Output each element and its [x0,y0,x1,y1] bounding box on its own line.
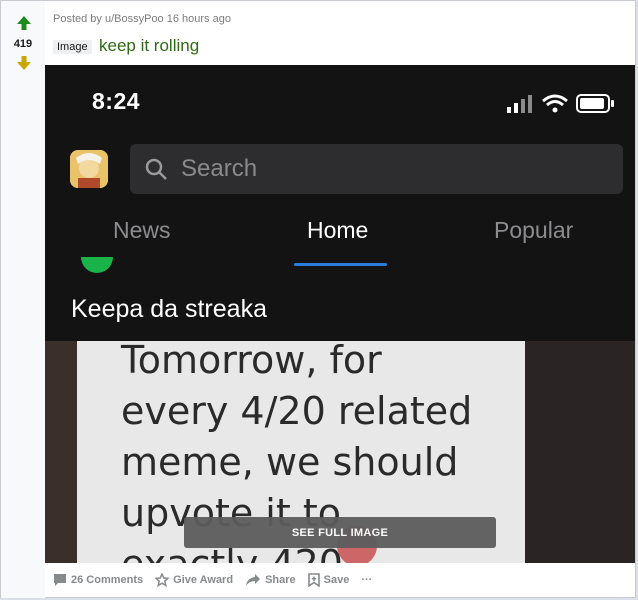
active-tab-indicator [294,263,387,266]
share-button[interactable]: Share [245,573,296,587]
photo-left-edge [45,341,81,563]
phone-status-icons [507,94,614,113]
downvote-arrow-icon[interactable] [16,55,32,71]
share-label: Share [265,574,296,586]
green-avatar-partial [81,257,113,273]
sign-line: meme, we should [121,440,459,484]
post-title[interactable]: keep it rolling [99,36,199,56]
search-placeholder: Search [181,155,258,182]
save-icon [307,573,320,587]
search-bar[interactable]: Search [130,144,623,194]
avatar-image [70,150,108,188]
photo-right-edge [525,341,635,563]
share-icon [246,574,261,586]
post-image[interactable]: 8:24 Search News Home Popular Keepa da s… [45,65,635,563]
post-actions: 26 Comments Give Award Share Save ··· [53,571,384,589]
vote-column: 419 [1,1,45,598]
tab-news: News [113,217,171,243]
tab-popular: Popular [494,217,574,243]
more-icon: ··· [361,574,373,586]
post-meta[interactable]: Posted by u/BossyPoo 16 hours ago [53,13,231,25]
tab-home: Home [307,217,369,243]
post-flair: Image [53,40,92,54]
comment-icon [54,574,66,586]
avatar[interactable] [70,150,108,188]
see-full-image-button[interactable]: SEE FULL IMAGE [184,517,496,548]
save-label: Save [323,574,350,586]
post-card: 419 Posted by u/BossyPoo 16 hours ago Im… [0,0,636,598]
upvote-arrow-icon[interactable] [16,15,32,31]
phone-time: 8:24 [92,88,141,114]
screenshot-post-title: Keepa da streaka [71,295,267,323]
give-award-button[interactable]: Give Award [155,573,233,587]
sign-line: every 4/20 related [121,389,473,433]
comments-label: 26 Comments [71,574,144,586]
sign-line: Tomorrow, for [121,341,382,382]
comments-button[interactable]: 26 Comments [53,573,143,587]
save-button[interactable]: Save [307,573,350,587]
award-icon [155,573,170,587]
search-icon [145,158,167,180]
vote-count: 419 [13,38,33,50]
give-award-label: Give Award [173,574,234,586]
more-options-button[interactable]: ··· [361,574,372,586]
